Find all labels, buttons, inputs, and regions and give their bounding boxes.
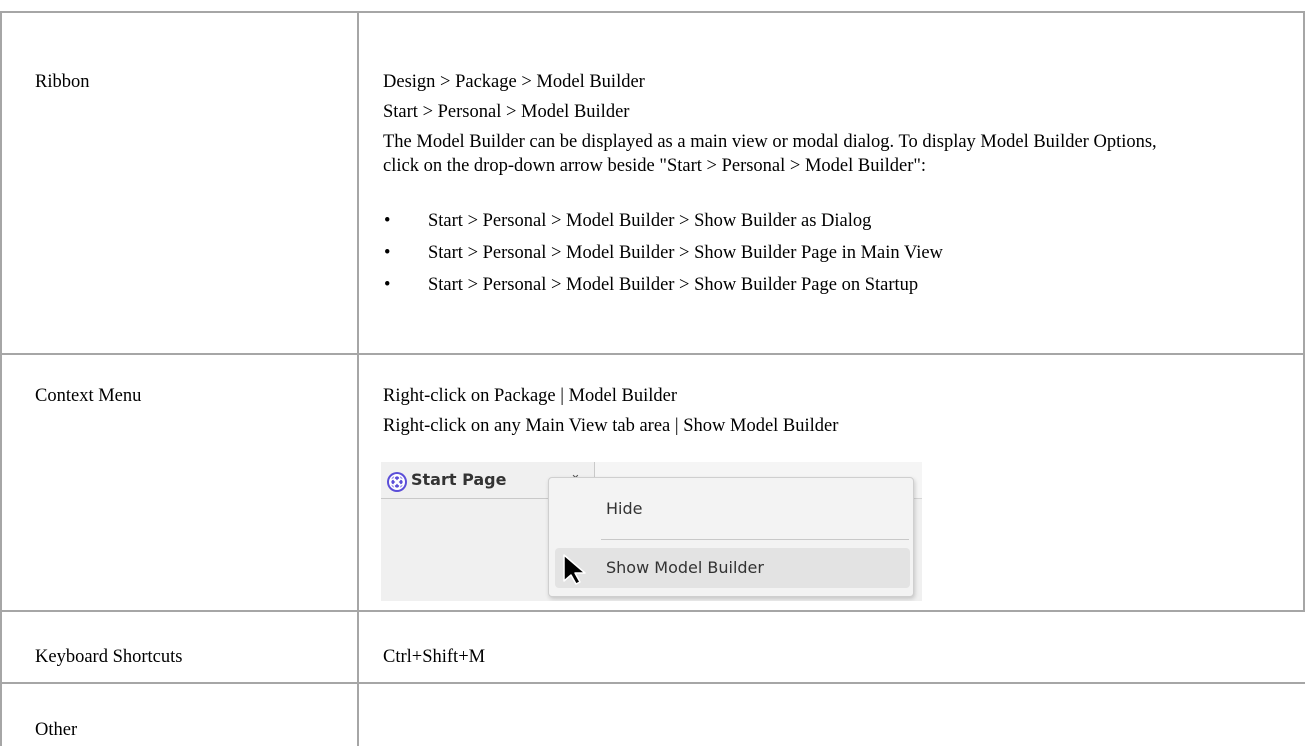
menu-item-hide[interactable]: Hide — [606, 499, 642, 518]
bullet-item: Start > Personal > Model Builder > Show … — [428, 275, 919, 295]
menu-item-show-model-builder[interactable]: Show Model Builder — [555, 548, 910, 588]
keyboard-shortcut-value: Ctrl+Shift+M — [383, 647, 486, 667]
tab-label: Start Page — [411, 470, 507, 489]
pointer-cursor-icon — [563, 554, 586, 585]
row-label-context-menu: Context Menu — [35, 386, 142, 406]
row-divider — [0, 353, 1305, 355]
row-divider — [0, 682, 1305, 684]
menu-separator — [601, 539, 909, 540]
row-divider — [0, 610, 1305, 612]
context-menu-popup: Hide Show Model Builder — [548, 477, 914, 597]
ribbon-path-start: Start > Personal > Model Builder — [383, 102, 630, 122]
context-menu-screenshot: Start Page ⌄ Hide Show Model Builder — [381, 462, 922, 601]
table-column-divider — [357, 11, 359, 746]
row-label-keyboard-shortcuts: Keyboard Shortcuts — [35, 647, 183, 667]
ribbon-path-design: Design > Package > Model Builder — [383, 72, 645, 92]
bullet-icon: • — [384, 211, 391, 231]
bullet-icon: • — [384, 275, 391, 295]
table-top-border — [0, 11, 1305, 13]
bullet-item: Start > Personal > Model Builder > Show … — [428, 211, 872, 231]
bullet-icon: • — [384, 243, 391, 263]
bullet-item: Start > Personal > Model Builder > Show … — [428, 243, 943, 263]
ribbon-description: The Model Builder can be displayed as a … — [383, 132, 1157, 176]
start-page-icon — [387, 472, 407, 492]
row-label-ribbon: Ribbon — [35, 72, 90, 92]
menu-item-label: Show Model Builder — [606, 558, 764, 577]
context-menu-package: Right-click on Package | Model Builder — [383, 386, 677, 406]
row-label-other: Other — [35, 720, 78, 740]
context-menu-main-view: Right-click on any Main View tab area | … — [383, 416, 839, 436]
table-left-border — [0, 11, 2, 746]
